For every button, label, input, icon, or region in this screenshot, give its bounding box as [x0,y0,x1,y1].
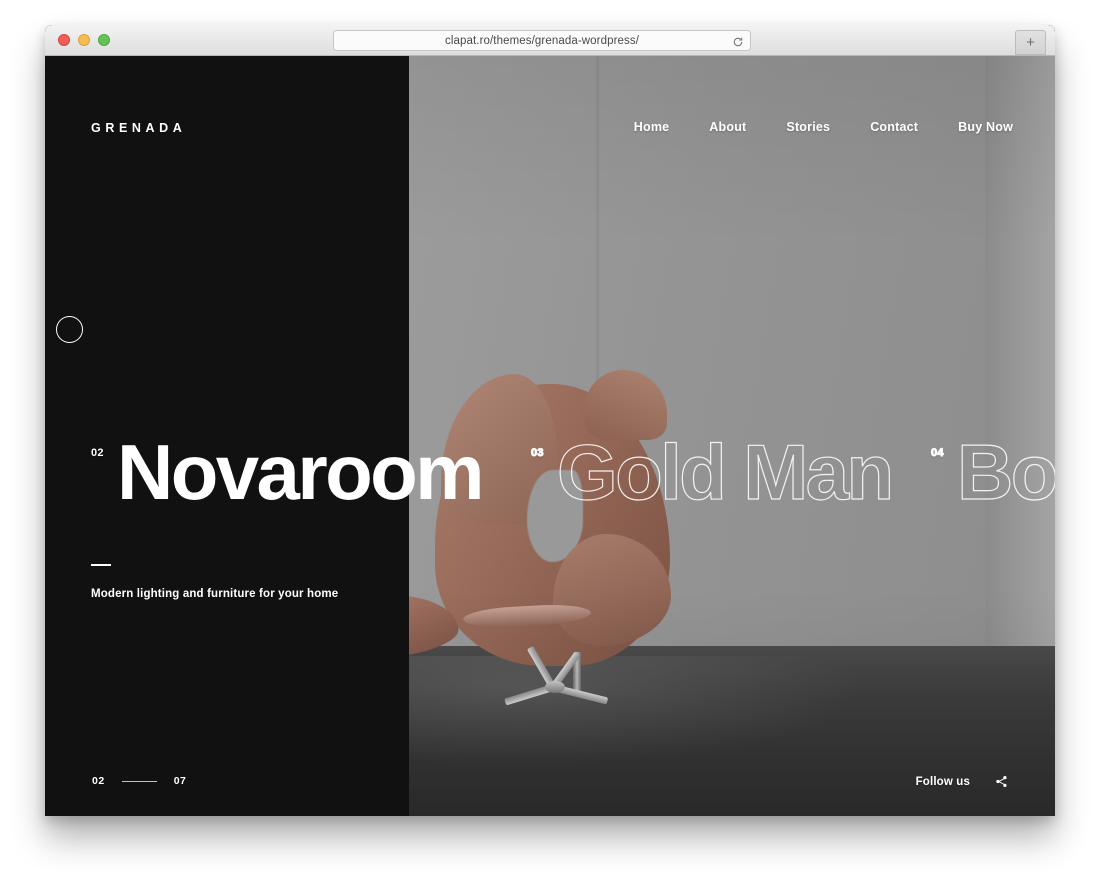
subtitle-dash [91,564,111,566]
window-controls [58,34,110,46]
hero-subtitle: Modern lighting and furniture for your h… [91,588,339,600]
browser-window: clapat.ro/themes/grenada-wordpress/ + GR… [45,25,1055,816]
nav-item-about[interactable]: About [689,120,766,134]
custom-cursor-circle [56,316,83,343]
slider-progress-line[interactable] [121,780,157,782]
address-bar[interactable]: clapat.ro/themes/grenada-wordpress/ [333,30,751,51]
url-text: clapat.ro/themes/grenada-wordpress/ [445,34,639,47]
reload-icon[interactable] [732,35,744,47]
slider-current-index: 02 [92,775,105,787]
site-viewport: GRENADA Home About Stories Contact Buy N… [45,56,1055,816]
slider-counter: 02 07 [92,775,186,787]
maximize-window-button[interactable] [98,34,110,46]
close-window-button[interactable] [58,34,70,46]
minimize-window-button[interactable] [78,34,90,46]
brown-egg-chair [435,370,685,706]
nav-item-stories[interactable]: Stories [766,120,850,134]
nav-item-home[interactable]: Home [614,120,690,134]
slider-total-count: 07 [173,775,187,787]
hero-subtitle-block: Modern lighting and furniture for your h… [91,564,338,600]
follow-us-block: Follow us [916,775,1008,788]
share-icon[interactable] [995,775,1008,788]
nav-item-contact[interactable]: Contact [850,120,938,134]
main-navigation: Home About Stories Contact Buy Now [614,120,1033,134]
new-tab-button[interactable]: + [1015,30,1046,55]
dark-side-panel [45,56,409,816]
browser-chrome: clapat.ro/themes/grenada-wordpress/ + [45,25,1055,56]
site-logo[interactable]: GRENADA [91,121,186,135]
wall-slab-right [985,56,1055,656]
nav-item-buy-now[interactable]: Buy Now [938,120,1033,134]
follow-us-label: Follow us [915,775,970,788]
